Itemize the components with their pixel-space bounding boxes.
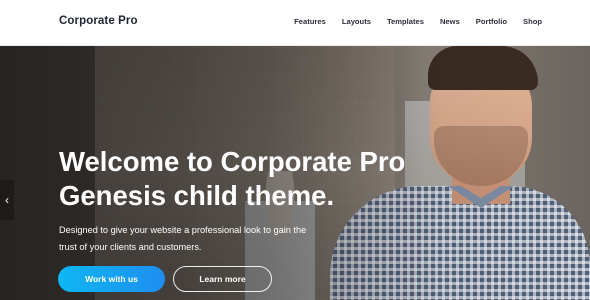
chevron-left-icon[interactable]: ‹ [0,180,14,220]
work-with-us-button[interactable]: Work with us [58,266,165,292]
hero-subtext-line2: trust of your clients and customers. [59,242,202,252]
learn-more-button[interactable]: Learn more [173,266,272,292]
hero-headline-line1: Welcome to Corporate Pro [59,146,406,177]
site-header: Corporate Pro Features Layouts Templates… [0,0,590,46]
hero-headline-line2: Genesis child theme. [59,180,335,211]
hero-subtext-line1: Designed to give your website a professi… [59,225,307,235]
nav-item-features[interactable]: Features [294,17,326,26]
nav-item-layouts[interactable]: Layouts [342,17,371,26]
nav-item-news[interactable]: News [440,17,460,26]
nav-item-portfolio[interactable]: Portfolio [476,17,507,26]
nav-item-templates[interactable]: Templates [387,17,424,26]
site-logo[interactable]: Corporate Pro [59,15,138,27]
hero-subtext: Designed to give your website a professi… [59,222,329,256]
nav-item-shop[interactable]: Shop [523,17,542,26]
main-nav: Features Layouts Templates News Portfoli… [294,17,542,26]
hero-headline: Welcome to Corporate Pro Genesis child t… [59,145,439,213]
